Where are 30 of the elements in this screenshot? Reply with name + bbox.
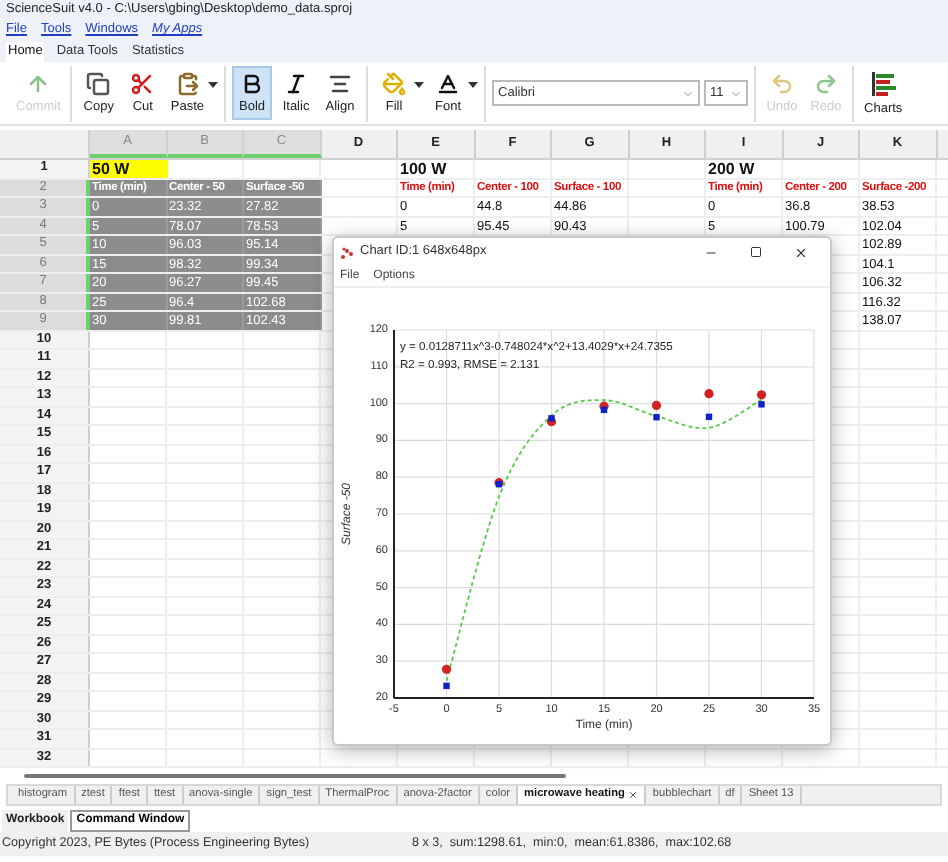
clipboard-icon (175, 71, 200, 95)
undo-icon (770, 71, 795, 95)
table-cell: 50 W (90, 160, 167, 177)
dropdown-arrow-icon[interactable] (468, 81, 479, 89)
data-point (443, 682, 450, 690)
maximize-icon[interactable] (750, 246, 762, 258)
close-icon[interactable] (794, 245, 808, 259)
dropdown-arrow-icon[interactable] (414, 81, 425, 89)
align-icon (328, 71, 353, 95)
copy-icon (86, 71, 111, 95)
data-point (653, 414, 660, 421)
italic-icon (284, 71, 309, 95)
data-point (441, 664, 452, 674)
scrollbar[interactable] (24, 774, 566, 778)
data-point (651, 400, 662, 411)
chevron-down-icon (682, 87, 695, 99)
data-point (705, 413, 713, 421)
arrow-up-icon (26, 71, 51, 95)
data-point (704, 389, 714, 399)
redo-icon (814, 71, 839, 95)
table-cell-text: 100 W (398, 160, 449, 177)
charts-icon (869, 69, 898, 97)
scatter-plot-icon (340, 245, 354, 259)
chevron-down-icon (730, 87, 743, 99)
scissors-icon (130, 71, 155, 95)
dropdown-arrow-icon[interactable] (208, 81, 219, 89)
table-cell-text: 200 W (706, 160, 757, 177)
font-color-icon (436, 71, 461, 95)
bold-icon (240, 71, 265, 95)
paint-bucket-icon (382, 71, 407, 95)
